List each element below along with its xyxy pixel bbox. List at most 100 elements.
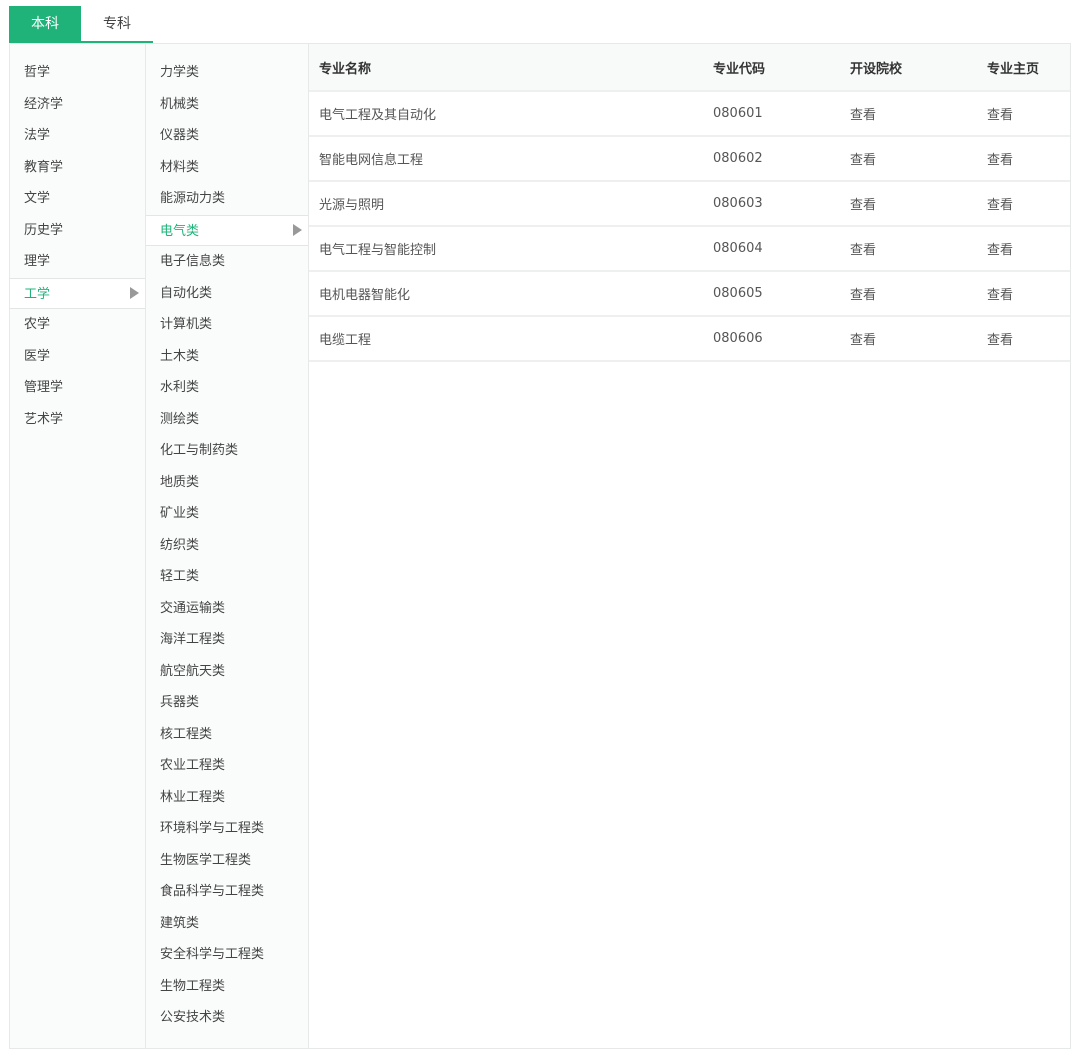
category-item[interactable]: 安全科学与工程类 <box>146 939 308 971</box>
discipline-item[interactable]: 管理学 <box>10 372 145 404</box>
tab-undergraduate[interactable]: 本科 <box>9 6 81 43</box>
category-item[interactable]: 矿业类 <box>146 498 308 530</box>
header-schools: 开设院校 <box>840 44 977 92</box>
view-schools-link[interactable]: 查看 <box>840 316 977 362</box>
table-row: 电气工程及其自动化 080601 查看 查看 <box>309 91 1070 137</box>
discipline-label: 哲学 <box>24 65 51 80</box>
category-item[interactable]: 兵器类 <box>146 687 308 719</box>
category-label: 林业工程类 <box>160 789 226 805</box>
category-item[interactable]: 水利类 <box>146 372 308 404</box>
category-item[interactable]: 计算机类 <box>146 309 308 341</box>
discipline-item[interactable]: 经济学 <box>10 89 145 121</box>
category-item[interactable]: 海洋工程类 <box>146 624 308 656</box>
category-item[interactable]: 航空航天类 <box>146 656 308 688</box>
discipline-item[interactable]: 哲学 <box>10 57 145 89</box>
view-homepage-link[interactable]: 查看 <box>977 181 1070 227</box>
category-label: 计算机类 <box>160 317 213 332</box>
major-name-cell: 电气工程及其自动化 <box>309 91 703 137</box>
category-item[interactable]: 核工程类 <box>146 719 308 751</box>
discipline-item[interactable]: 法学 <box>10 120 145 152</box>
category-item[interactable]: 建筑类 <box>146 908 308 940</box>
category-label: 核工程类 <box>160 726 213 742</box>
discipline-label: 工学 <box>24 286 51 302</box>
category-item[interactable]: 生物工程类 <box>146 971 308 1003</box>
category-label: 力学类 <box>160 65 200 80</box>
category-label: 安全科学与工程类 <box>160 947 265 962</box>
view-schools-link[interactable]: 查看 <box>840 271 977 317</box>
discipline-label: 医学 <box>24 348 51 364</box>
discipline-item[interactable]: 工学 <box>10 277 145 309</box>
category-label: 环境科学与工程类 <box>160 821 265 836</box>
header-major-code: 专业代码 <box>703 44 840 92</box>
category-item[interactable]: 地质类 <box>146 467 308 499</box>
triangle-right-icon <box>293 224 302 237</box>
major-code-cell: 080605 <box>703 271 840 317</box>
category-label: 交通运输类 <box>160 600 226 616</box>
category-item[interactable]: 环境科学与工程类 <box>146 813 308 845</box>
category-item[interactable]: 仪器类 <box>146 120 308 152</box>
discipline-list: 哲学经济学 法学 教育学 文学历史学理学工学农学医学管理学艺术学 <box>10 44 146 1048</box>
table-row: 电气工程与智能控制 080604 查看 查看 <box>309 226 1070 272</box>
category-item[interactable]: 材料类 <box>146 152 308 184</box>
discipline-item[interactable]: 教育学 <box>10 152 145 184</box>
category-label: 纺织类 <box>160 537 200 553</box>
category-item[interactable]: 食品科学与工程类 <box>146 876 308 908</box>
table-row: 光源与照明 080603 查看 查看 <box>309 181 1070 227</box>
category-item[interactable]: 公安技术类 <box>146 1002 308 1034</box>
category-label: 水利类 <box>160 380 200 395</box>
view-schools-link[interactable]: 查看 <box>840 91 977 137</box>
category-item[interactable]: 交通运输类 <box>146 593 308 625</box>
view-schools-link[interactable]: 查看 <box>840 226 977 272</box>
category-label: 电子信息类 <box>160 254 226 269</box>
category-label: 测绘类 <box>160 411 200 427</box>
category-label: 机械类 <box>160 96 200 112</box>
table-row: 电机电器智能化 080605 查看 查看 <box>309 271 1070 317</box>
category-item[interactable]: 纺织类 <box>146 530 308 562</box>
category-item[interactable]: 轻工类 <box>146 561 308 593</box>
view-homepage-link[interactable]: 查看 <box>977 271 1070 317</box>
level-tabs: 本科 专科 <box>9 6 153 43</box>
header-homepage: 专业主页 <box>977 44 1070 92</box>
category-item[interactable]: 土木类 <box>146 341 308 373</box>
category-label: 海洋工程类 <box>160 632 226 647</box>
discipline-label: 历史学 <box>24 222 64 238</box>
category-label: 土木类 <box>160 348 200 364</box>
major-code-cell: 080603 <box>703 181 840 227</box>
discipline-item[interactable]: 医学 <box>10 341 145 373</box>
discipline-item[interactable]: 文学 <box>10 183 145 215</box>
category-item[interactable]: 农业工程类 <box>146 750 308 782</box>
discipline-item[interactable]: 历史学 <box>10 215 145 247</box>
discipline-label: 管理学 <box>24 380 64 395</box>
discipline-item[interactable]: 理学 <box>10 246 145 278</box>
view-homepage-link[interactable]: 查看 <box>977 91 1070 137</box>
category-item[interactable]: 电气类 <box>146 214 308 246</box>
discipline-item[interactable]: 农学 <box>10 309 145 341</box>
major-table: 专业名称 专业代码 开设院校 专业主页 电气工程及其自动化 080601 查看 查看智… <box>309 44 1070 362</box>
category-item[interactable]: 自动化类 <box>146 278 308 310</box>
category-item[interactable]: 能源动力类 <box>146 183 308 215</box>
view-homepage-link[interactable]: 查看 <box>977 136 1070 182</box>
category-item[interactable]: 生物医学工程类 <box>146 845 308 877</box>
category-item[interactable]: 化工与制药类 <box>146 435 308 467</box>
major-code-cell: 080606 <box>703 316 840 362</box>
view-schools-link[interactable]: 查看 <box>840 181 977 227</box>
category-item[interactable]: 电子信息类 <box>146 246 308 278</box>
category-item[interactable]: 机械类 <box>146 89 308 121</box>
category-item[interactable]: 林业工程类 <box>146 782 308 814</box>
discipline-label: 农学 <box>24 317 51 332</box>
view-homepage-link[interactable]: 查看 <box>977 226 1070 272</box>
discipline-label: 理学 <box>24 254 51 269</box>
view-schools-link[interactable]: 查看 <box>840 136 977 182</box>
major-name-cell: 电气工程与智能控制 <box>309 226 703 272</box>
category-label: 生物工程类 <box>160 978 226 994</box>
discipline-item[interactable]: 艺术学 <box>10 404 145 436</box>
category-label: 建筑类 <box>160 915 200 931</box>
major-table-container: 专业名称 专业代码 开设院校 专业主页 电气工程及其自动化 080601 查看 查看智… <box>309 44 1070 1048</box>
view-homepage-link[interactable]: 查看 <box>977 316 1070 362</box>
category-item[interactable]: 测绘类 <box>146 404 308 436</box>
category-label: 地质类 <box>160 474 200 490</box>
category-item[interactable]: 力学类 <box>146 57 308 89</box>
category-list: 力学类机械类仪器类 材料类 能源动力类 电气类电子信息类自动化类计算机类土木类水利类测… <box>146 44 309 1048</box>
tab-junior-college[interactable]: 专科 <box>81 6 153 43</box>
category-label: 轻工类 <box>160 569 200 584</box>
